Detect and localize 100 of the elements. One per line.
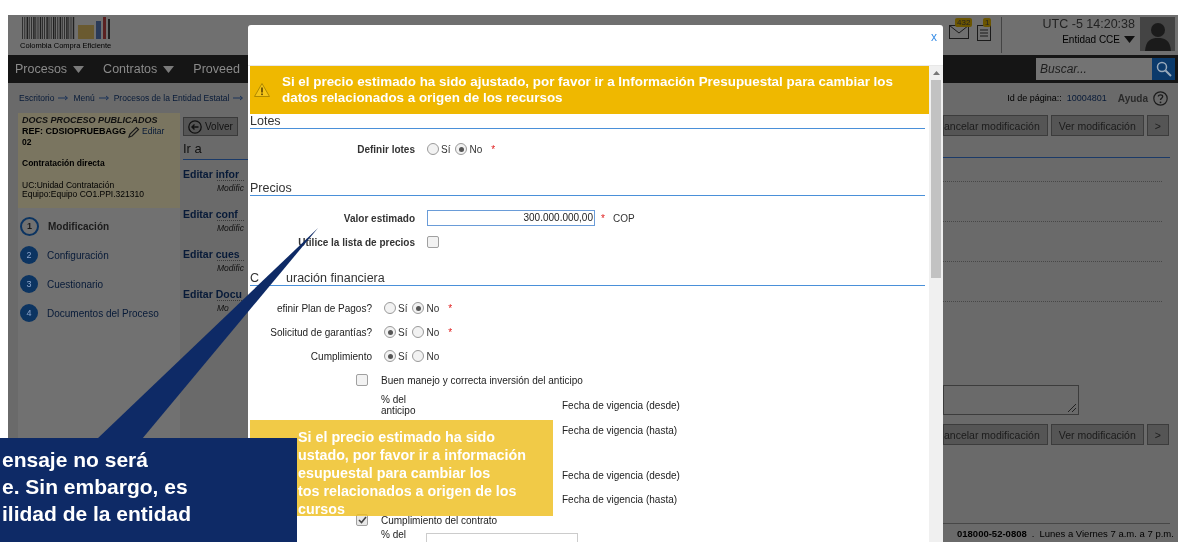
goto-link[interactable]: Editar Docu bbox=[183, 287, 242, 300]
note-text: Si el precio estimado ha sido bbox=[298, 428, 497, 446]
radio-button[interactable] bbox=[412, 302, 425, 314]
checkbox[interactable] bbox=[427, 236, 439, 248]
process-team: Equipo:Equipo CO1.PPI.321310 bbox=[22, 190, 145, 200]
action-button[interactable]: ancelar modificación bbox=[943, 424, 1048, 445]
help-icon[interactable] bbox=[1153, 90, 1168, 106]
radio-button[interactable] bbox=[455, 143, 468, 155]
nav-menu-item[interactable]: Proveed bbox=[193, 62, 240, 76]
scrollbar-thumb[interactable] bbox=[931, 80, 941, 278]
caret-icon[interactable] bbox=[1124, 36, 1135, 43]
required-mark: * bbox=[448, 302, 453, 314]
nav-menu-item[interactable]: Procesos bbox=[15, 62, 85, 76]
step-link[interactable]: Documentos del Proceso bbox=[47, 307, 159, 319]
nav-menu-item[interactable]: Contratos bbox=[103, 62, 175, 76]
process-title: DOCS PROCESO PUBLICADOS bbox=[22, 116, 159, 126]
field-label: Solicitud de garantías? bbox=[269, 326, 372, 338]
breadcrumb-link[interactable]: Escritorio bbox=[19, 93, 55, 103]
callout-text: ensaje no será bbox=[2, 447, 149, 473]
page-id-value: 10004801 bbox=[1066, 93, 1107, 103]
checkbox-label[interactable]: Buen manejo y correcta inversión del anticipo bbox=[381, 374, 583, 386]
radio-label[interactable]: No bbox=[426, 350, 440, 362]
goto-subtitle: Modific bbox=[217, 259, 244, 273]
separator-text: . bbox=[1031, 527, 1035, 539]
close-button[interactable]: x bbox=[931, 30, 937, 65]
avatar[interactable] bbox=[1140, 17, 1175, 51]
radio-button[interactable] bbox=[384, 302, 396, 314]
note-text: cursos bbox=[298, 500, 346, 518]
radio-label[interactable]: Sí bbox=[398, 350, 408, 362]
step-number: 4 bbox=[20, 304, 38, 322]
section-title: C bbox=[250, 271, 260, 285]
radio-label[interactable]: No bbox=[426, 302, 440, 314]
goto-link[interactable]: Editar cues bbox=[183, 247, 244, 260]
amount-input[interactable]: 300.000.000,00 bbox=[427, 210, 595, 226]
page-id-label: Id de página:: bbox=[1007, 93, 1062, 103]
radio-label[interactable]: Sí bbox=[398, 302, 408, 314]
required-mark: * bbox=[601, 212, 605, 224]
warning-icon bbox=[254, 83, 270, 97]
field-label: Definir lotes bbox=[356, 143, 415, 155]
callout-text: ilidad de la entidad bbox=[2, 501, 193, 527]
clock-text: UTC -5 14:20:38 bbox=[1042, 17, 1135, 31]
goto-subtitle: Modific bbox=[217, 179, 244, 193]
note-text: ustado, por favor ir a información bbox=[298, 446, 527, 464]
action-button[interactable]: ancelar modificación bbox=[943, 115, 1048, 136]
section-title: Precios bbox=[250, 181, 293, 195]
checkbox[interactable] bbox=[356, 374, 368, 386]
field-label: efinir Plan de Pagos? bbox=[275, 302, 372, 314]
step-link[interactable]: Modificación bbox=[48, 220, 110, 232]
arrow-left-circle-icon bbox=[188, 119, 202, 134]
pencil-icon[interactable] bbox=[128, 125, 140, 138]
field-label: Fecha de vigencia (desde) bbox=[562, 469, 680, 481]
action-button[interactable]: > bbox=[1146, 424, 1169, 445]
goto-link[interactable]: Editar conf bbox=[183, 207, 244, 220]
action-button[interactable]: > bbox=[1146, 115, 1169, 136]
note-text: esupuestal para cambiar los bbox=[298, 464, 492, 482]
entity-name[interactable]: Entidad CCE bbox=[1062, 34, 1120, 45]
office-hours: Lunes a Viernes 7 a.m. a 7 p.m. bbox=[1039, 527, 1174, 539]
step-link[interactable]: Configuración bbox=[47, 249, 109, 261]
resize-grip-icon bbox=[1068, 404, 1076, 412]
radio-button[interactable] bbox=[427, 143, 439, 155]
search-button[interactable] bbox=[1152, 58, 1175, 80]
scroll-up-icon[interactable] bbox=[932, 71, 940, 75]
radio-button[interactable] bbox=[384, 326, 396, 338]
radio-button[interactable] bbox=[384, 350, 396, 362]
search-field[interactable]: Buscar... bbox=[1036, 58, 1152, 80]
callout-text: e. Sin embargo, es bbox=[2, 474, 189, 500]
warning-message: Si el precio estimado ha sido ajustado, por favor ir a Información Presupuestal para cambiar los datos relacionados a origen de los recursos bbox=[282, 74, 894, 106]
goto-link[interactable]: Editar infor bbox=[183, 167, 244, 180]
step-number: 2 bbox=[20, 246, 38, 264]
mail-icon[interactable] bbox=[949, 25, 969, 39]
back-button[interactable]: Volver bbox=[183, 117, 238, 136]
required-mark: * bbox=[491, 143, 496, 155]
checkmark-icon bbox=[357, 516, 367, 524]
checkbox-label[interactable]: Cumplimiento del contrato bbox=[381, 514, 498, 526]
step-number: 1 bbox=[20, 216, 39, 236]
section-title: Lotes bbox=[250, 114, 282, 128]
radio-button[interactable] bbox=[412, 326, 425, 338]
breadcrumb-link[interactable]: Procesos de la Entidad Estatal bbox=[113, 93, 230, 103]
note-text: tos relacionados a origen de los bbox=[298, 482, 518, 500]
step-link[interactable]: Cuestionario bbox=[47, 278, 104, 290]
radio-label[interactable]: No bbox=[426, 326, 440, 338]
document-icon[interactable] bbox=[977, 25, 991, 41]
field-label: Fecha de vigencia (hasta) bbox=[562, 424, 678, 436]
process-type: Contratación directa bbox=[22, 159, 106, 169]
arrow-right-icon bbox=[98, 95, 110, 101]
help-link[interactable]: Ayuda bbox=[1117, 92, 1148, 104]
edit-link[interactable]: Editar bbox=[142, 126, 165, 137]
person-silhouette-icon bbox=[1144, 21, 1171, 51]
radio-label[interactable]: Sí bbox=[441, 143, 451, 155]
section-title: uración financiera bbox=[286, 271, 385, 285]
radio-label[interactable]: No bbox=[469, 143, 483, 155]
field-label: Valor estimado bbox=[342, 212, 415, 224]
radio-label[interactable]: Sí bbox=[398, 326, 408, 338]
caret-icon bbox=[163, 65, 175, 73]
section-heading: Ir a bbox=[183, 141, 202, 156]
breadcrumb-link[interactable]: Menú bbox=[73, 93, 95, 103]
scrollbar[interactable] bbox=[929, 66, 943, 542]
required-mark: * bbox=[448, 326, 453, 338]
radio-button[interactable] bbox=[412, 350, 425, 362]
comment-textarea[interactable] bbox=[943, 385, 1079, 415]
